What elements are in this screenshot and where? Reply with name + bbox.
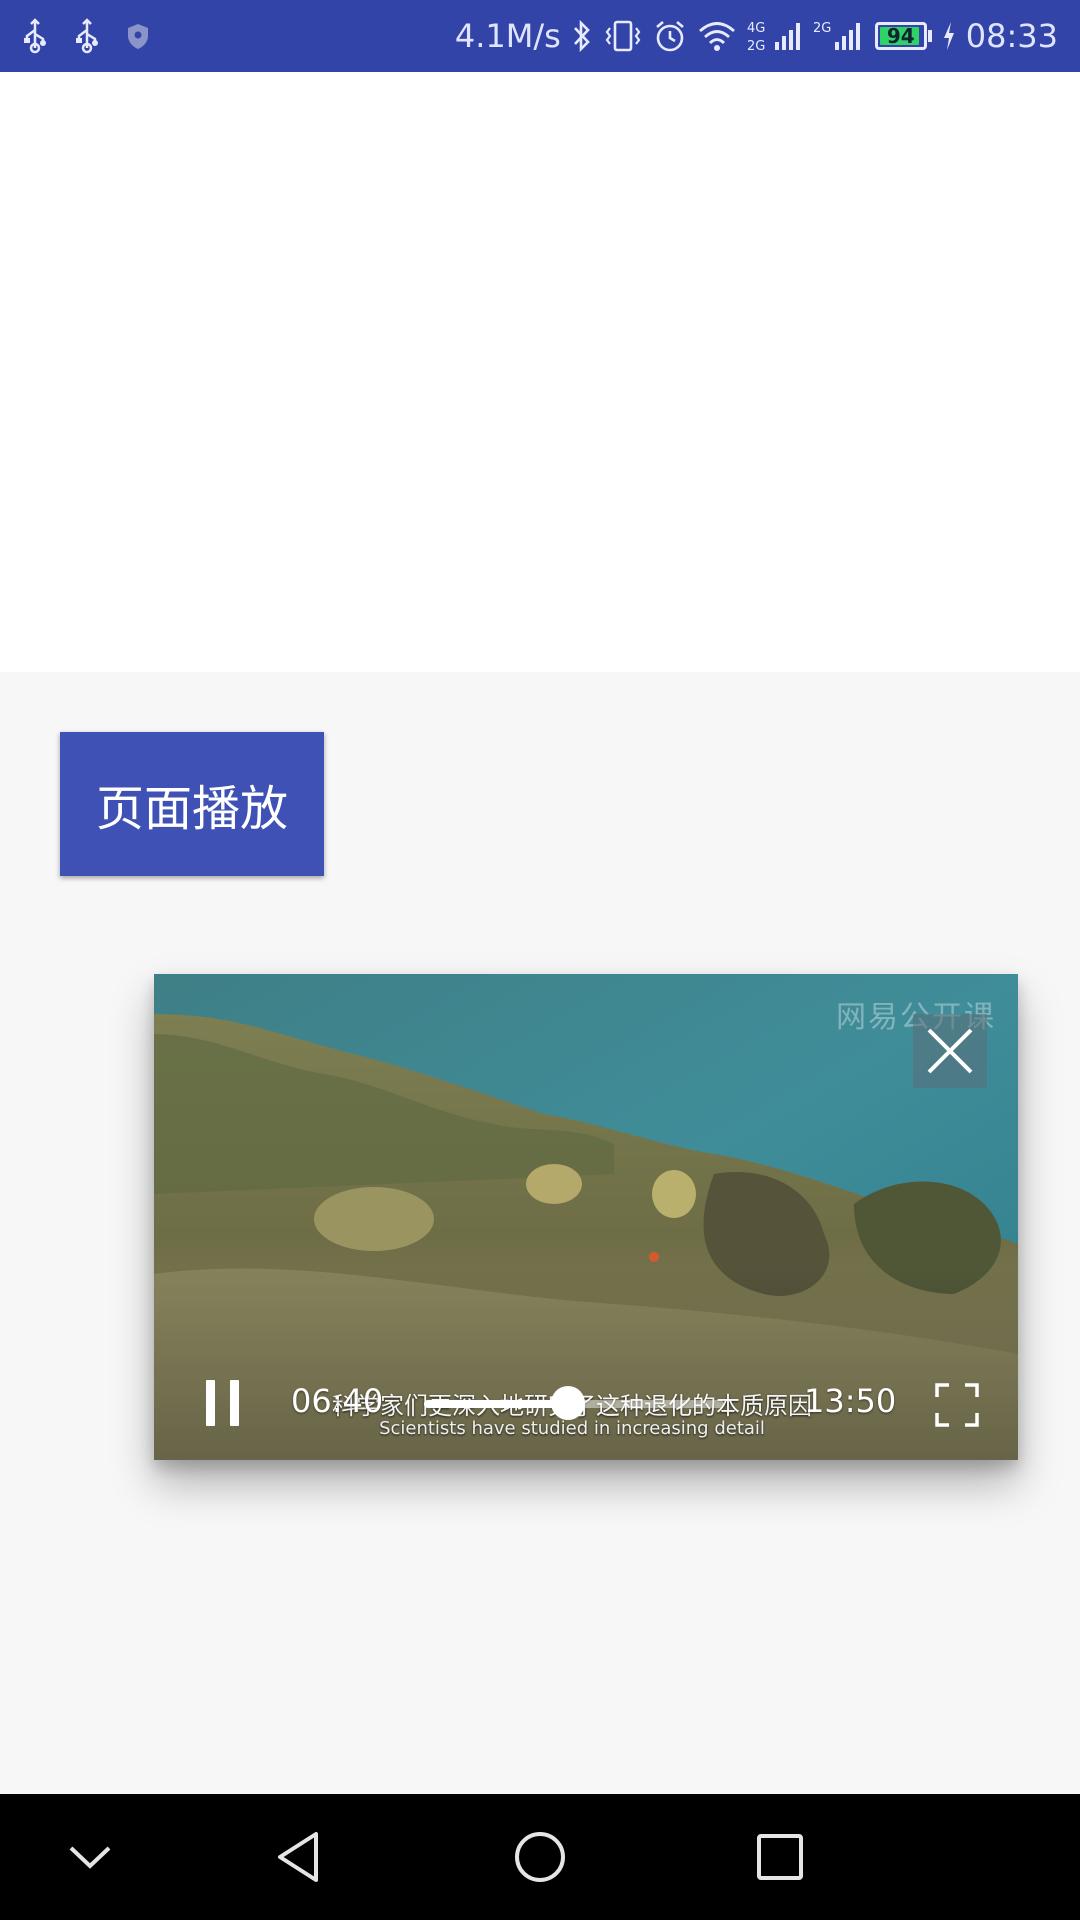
chevron-down-icon [69, 1846, 111, 1869]
pause-button[interactable] [206, 1380, 240, 1426]
status-bar: 4.1M/s 4G 2G 2G 94 08:33 [0, 0, 1080, 72]
network-speed: 4.1M/s [454, 17, 561, 55]
navigation-bar [0, 1794, 1080, 1920]
charging-icon [942, 21, 956, 51]
shield-icon [126, 22, 150, 50]
recents-icon [757, 1834, 803, 1880]
usb-icon [22, 18, 48, 54]
nav-home-button[interactable] [507, 1824, 573, 1890]
status-right-icons: 4.1M/s 4G 2G 2G 94 08:33 [455, 17, 1058, 55]
nav-collapse-button[interactable] [57, 1824, 123, 1890]
battery-indicator: 94 [874, 22, 932, 50]
network-label-4g: 4G [747, 21, 765, 36]
seek-thumb[interactable] [551, 1386, 585, 1420]
back-icon [278, 1832, 318, 1882]
seek-progress [424, 1400, 568, 1408]
wifi-icon [697, 18, 737, 54]
floating-video-player[interactable]: 网易公开课 科学家们更深入地研究了这种退化的本质原因 Scientists ha… [154, 974, 1018, 1460]
network-label-2g: 2G [747, 39, 765, 54]
battery-icon: 94 [874, 22, 927, 50]
close-icon [927, 1028, 973, 1074]
network-label-2g-secondary: 2G [813, 21, 831, 36]
total-time: 13:50 [804, 1382, 897, 1420]
video-controls: 科学家们更深入地研究了这种退化的本质原因 Scientists have stu… [154, 1340, 1018, 1460]
current-time: 06:40 [291, 1382, 384, 1420]
fullscreen-button[interactable] [935, 1383, 979, 1427]
close-button[interactable] [913, 1014, 987, 1088]
fullscreen-icon [935, 1383, 979, 1427]
app-screen: 4.1M/s 4G 2G 2G 94 08:33 页面播放 Scientists… [0, 0, 1080, 1920]
status-left-icons [22, 18, 150, 54]
vibrate-icon [603, 18, 643, 54]
signal-4g-icon: 4G 2G [747, 18, 803, 54]
bluetooth-icon [571, 18, 593, 54]
battery-cap [927, 30, 932, 42]
nav-recents-button[interactable] [747, 1824, 813, 1890]
alarm-icon [653, 18, 687, 54]
content-area [0, 72, 1080, 672]
home-icon [515, 1832, 565, 1882]
signal-2g-icon: 2G [813, 18, 865, 54]
subtitle-english: Scientists have studied in increasing de… [379, 1418, 765, 1439]
nav-back-button[interactable] [266, 1824, 332, 1890]
battery-level: 94 [886, 24, 915, 48]
status-time: 08:33 [965, 17, 1058, 55]
usb-icon [74, 18, 100, 54]
page-play-button[interactable]: 页面播放 [60, 732, 324, 876]
